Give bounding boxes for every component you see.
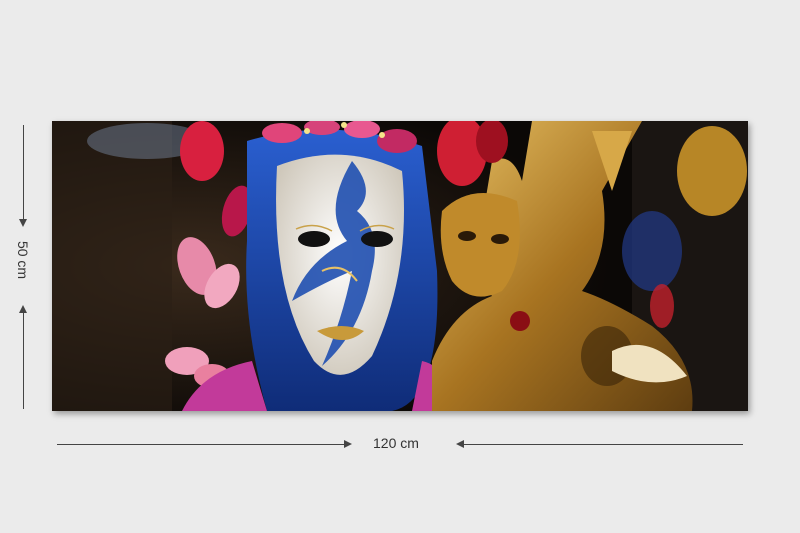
- carnival-masks-image: [52, 121, 748, 411]
- height-arrow-line-bottom: [23, 311, 24, 409]
- height-arrow-line-top: [23, 125, 24, 221]
- width-label: 120 cm: [373, 435, 419, 451]
- height-label: 50 cm: [15, 240, 32, 280]
- width-arrow-line-right: [458, 444, 743, 445]
- width-arrow-line-left: [57, 444, 346, 445]
- arrow-right-icon: [344, 440, 352, 448]
- canvas-print-artwork: [52, 121, 748, 411]
- arrow-down-icon: [19, 219, 27, 227]
